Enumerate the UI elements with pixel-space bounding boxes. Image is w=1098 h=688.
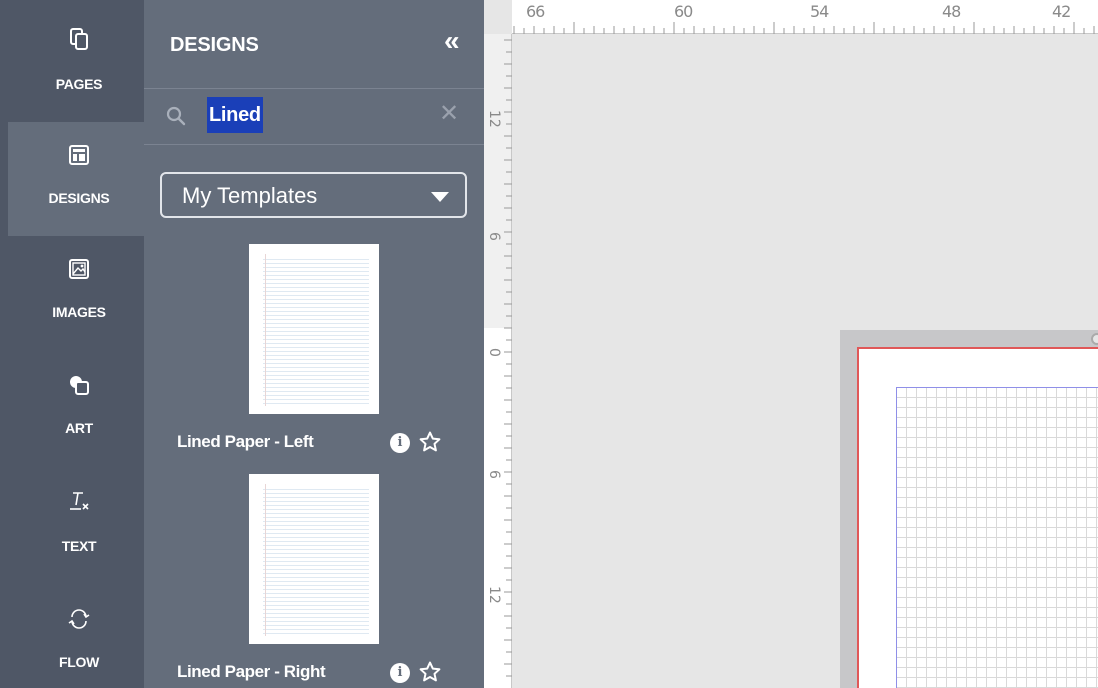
art-icon [8, 372, 150, 398]
rail-label-art: ART [65, 420, 93, 436]
tool-rail: PAGES DESIGNS IMAGES ART TEXT FLOW [0, 0, 144, 688]
search-input[interactable]: Lined [207, 97, 263, 133]
ruler-tick-label: 42 [1052, 2, 1071, 21]
ruler-horizontal: 66 60 54 48 42 [512, 0, 1098, 34]
template-filter-value: My Templates [182, 183, 318, 208]
rail-label-flow: FLOW [58, 654, 99, 670]
rail-label-text: TEXT [61, 538, 97, 554]
rail-item-pages[interactable]: PAGES [8, 0, 144, 114]
ruler-tick-label: 6 [486, 232, 502, 241]
ruler-tick-label: 48 [942, 2, 961, 21]
ruler-tick-label: 54 [810, 2, 829, 21]
star-icon[interactable] [418, 430, 442, 459]
star-icon[interactable] [418, 660, 442, 688]
rail-item-designs[interactable]: DESIGNS [8, 122, 144, 236]
panel-divider [144, 88, 484, 89]
rail-label-designs: DESIGNS [48, 190, 110, 206]
info-icon[interactable]: i [390, 663, 410, 683]
page-rotate-handle[interactable] [1091, 333, 1098, 345]
grid-paper-area[interactable] [896, 387, 1098, 688]
ruler-tick-label: 12 [486, 586, 502, 604]
design-thumbnail[interactable] [249, 244, 379, 414]
design-canvas[interactable]: 66 60 54 48 42 12 6 0 6 12 [484, 0, 1098, 688]
template-filter-select[interactable]: My Templates [160, 172, 467, 218]
info-icon[interactable]: i [390, 433, 410, 453]
ruler-vertical: 12 6 0 6 12 [484, 34, 512, 688]
panel-title: DESIGNS [170, 34, 259, 56]
margin-line [265, 254, 266, 406]
search-divider [144, 144, 484, 145]
ruler-tick-label: 6 [486, 470, 502, 479]
rail-item-text[interactable]: TEXT [8, 468, 144, 582]
designs-icon [8, 142, 150, 168]
rail-label-pages: PAGES [55, 76, 103, 92]
margin-line [265, 484, 266, 636]
designs-panel: DESIGNS « Lined ✕ My Templates Lined Pap… [144, 0, 484, 688]
pages-icon [8, 26, 150, 52]
design-name: Lined Paper - Left [177, 432, 314, 451]
text-icon [8, 488, 150, 514]
rail-item-images[interactable]: IMAGES [8, 236, 144, 350]
rail-item-art[interactable]: ART [8, 352, 144, 466]
ruler-tick-label: 12 [486, 110, 502, 128]
ruler-tick-label: 0 [486, 348, 502, 357]
collapse-panel-button[interactable]: « [444, 27, 470, 55]
design-name: Lined Paper - Right [177, 662, 326, 681]
search-icon [166, 106, 186, 131]
rail-label-images: IMAGES [52, 304, 106, 320]
ruler-tick-label: 66 [526, 2, 545, 21]
chevron-down-icon [431, 192, 449, 202]
ruler-tick-label: 60 [674, 2, 693, 21]
images-icon [8, 256, 150, 282]
lined-paper-preview [263, 256, 369, 406]
clear-search-button[interactable]: ✕ [438, 102, 460, 126]
design-thumbnail[interactable] [249, 474, 379, 644]
flow-icon [8, 606, 150, 632]
lined-paper-preview [263, 486, 369, 636]
rail-item-flow[interactable]: FLOW [8, 584, 144, 688]
